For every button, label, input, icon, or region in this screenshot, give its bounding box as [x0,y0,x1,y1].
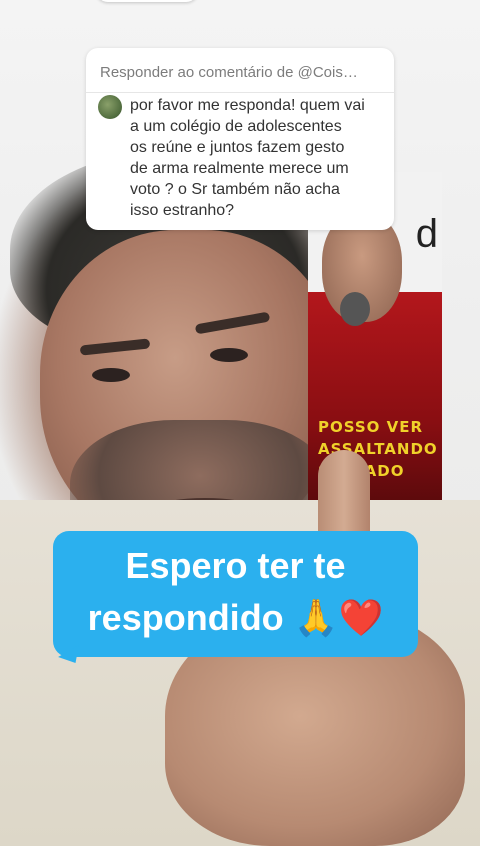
microphone-icon [340,292,370,326]
caption-line-2: respondido 🙏❤️ [87,597,384,638]
poster-letter: d [415,212,438,256]
comment-line: a um colégio de adolescentes [130,118,342,135]
right-eye [210,348,248,362]
caption-bubble: Espero ter te respondido 🙏❤️ [53,531,418,657]
comment-line: de arma realmente merece um [130,160,349,177]
divider [86,92,394,93]
reply-comment-card[interactable]: Responder ao comentário de @Cois… por fa… [86,48,394,230]
comment-line: por favor me responda! quem vai [130,97,365,114]
comment-line: os reúne e juntos fazem gesto [130,139,345,156]
comment-text: por favor me responda! quem vai a um col… [130,95,390,221]
poster-line: POSSO VER [318,418,424,436]
left-eye [92,368,130,382]
comment-line: voto ? o Sr também não acha [130,181,340,198]
reply-header: Responder ao comentário de @Cois… [100,64,358,81]
top-overlay-tab [96,0,198,2]
comment-line: isso estranho? [130,202,235,219]
caption-line-1: Espero ter te [125,545,346,586]
commenter-avatar [98,95,122,119]
